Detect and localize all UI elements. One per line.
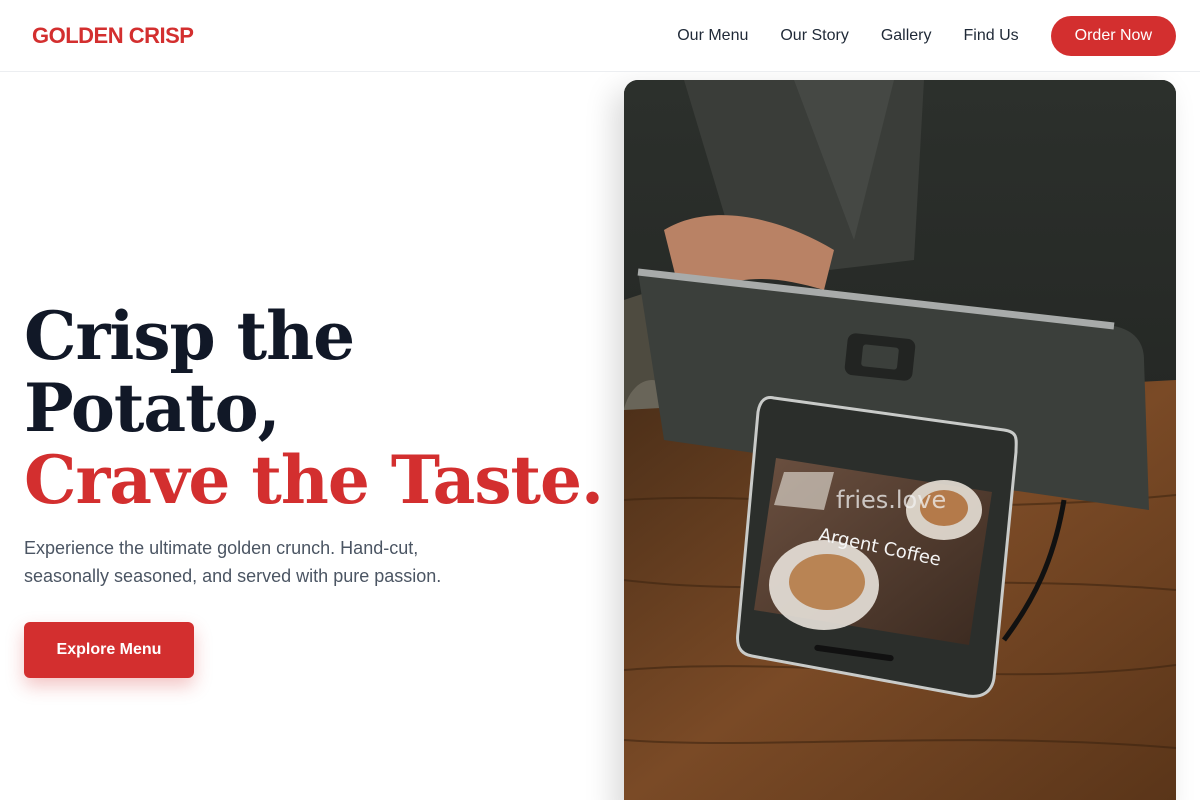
hero-subtext: Experience the ultimate golden crunch. H… (24, 538, 442, 586)
order-now-button[interactable]: Order Now (1050, 15, 1176, 56)
headline-line-2: Potato, (24, 369, 281, 447)
nav-links: Our Menu Our Story Gallery Find Us Order… (677, 15, 1176, 56)
top-navbar: GOLDEN CRISP Our Menu Our Story Gallery … (0, 0, 1200, 72)
hero-section: Crisp the Potato, Crave the Taste. Exper… (24, 300, 604, 678)
hero-headline: Crisp the Potato, Crave the Taste. (24, 300, 604, 516)
brand-logo[interactable]: GOLDEN CRISP (32, 23, 194, 49)
pos-terminal-illustration: fries.love Argent Coffee (624, 80, 1176, 800)
explore-menu-button[interactable]: Explore Menu (24, 622, 194, 678)
nav-link-find-us[interactable]: Find Us (964, 27, 1019, 45)
hero-photo: fries.love Argent Coffee (624, 80, 1176, 800)
nav-link-our-menu[interactable]: Our Menu (677, 27, 748, 45)
nav-link-our-story[interactable]: Our Story (780, 27, 848, 45)
photo-overlay-text: fries.love (836, 486, 946, 514)
nav-link-gallery[interactable]: Gallery (881, 27, 932, 45)
headline-line-1: Crisp the (24, 297, 355, 375)
headline-accent: Crave the Taste. (24, 441, 604, 519)
